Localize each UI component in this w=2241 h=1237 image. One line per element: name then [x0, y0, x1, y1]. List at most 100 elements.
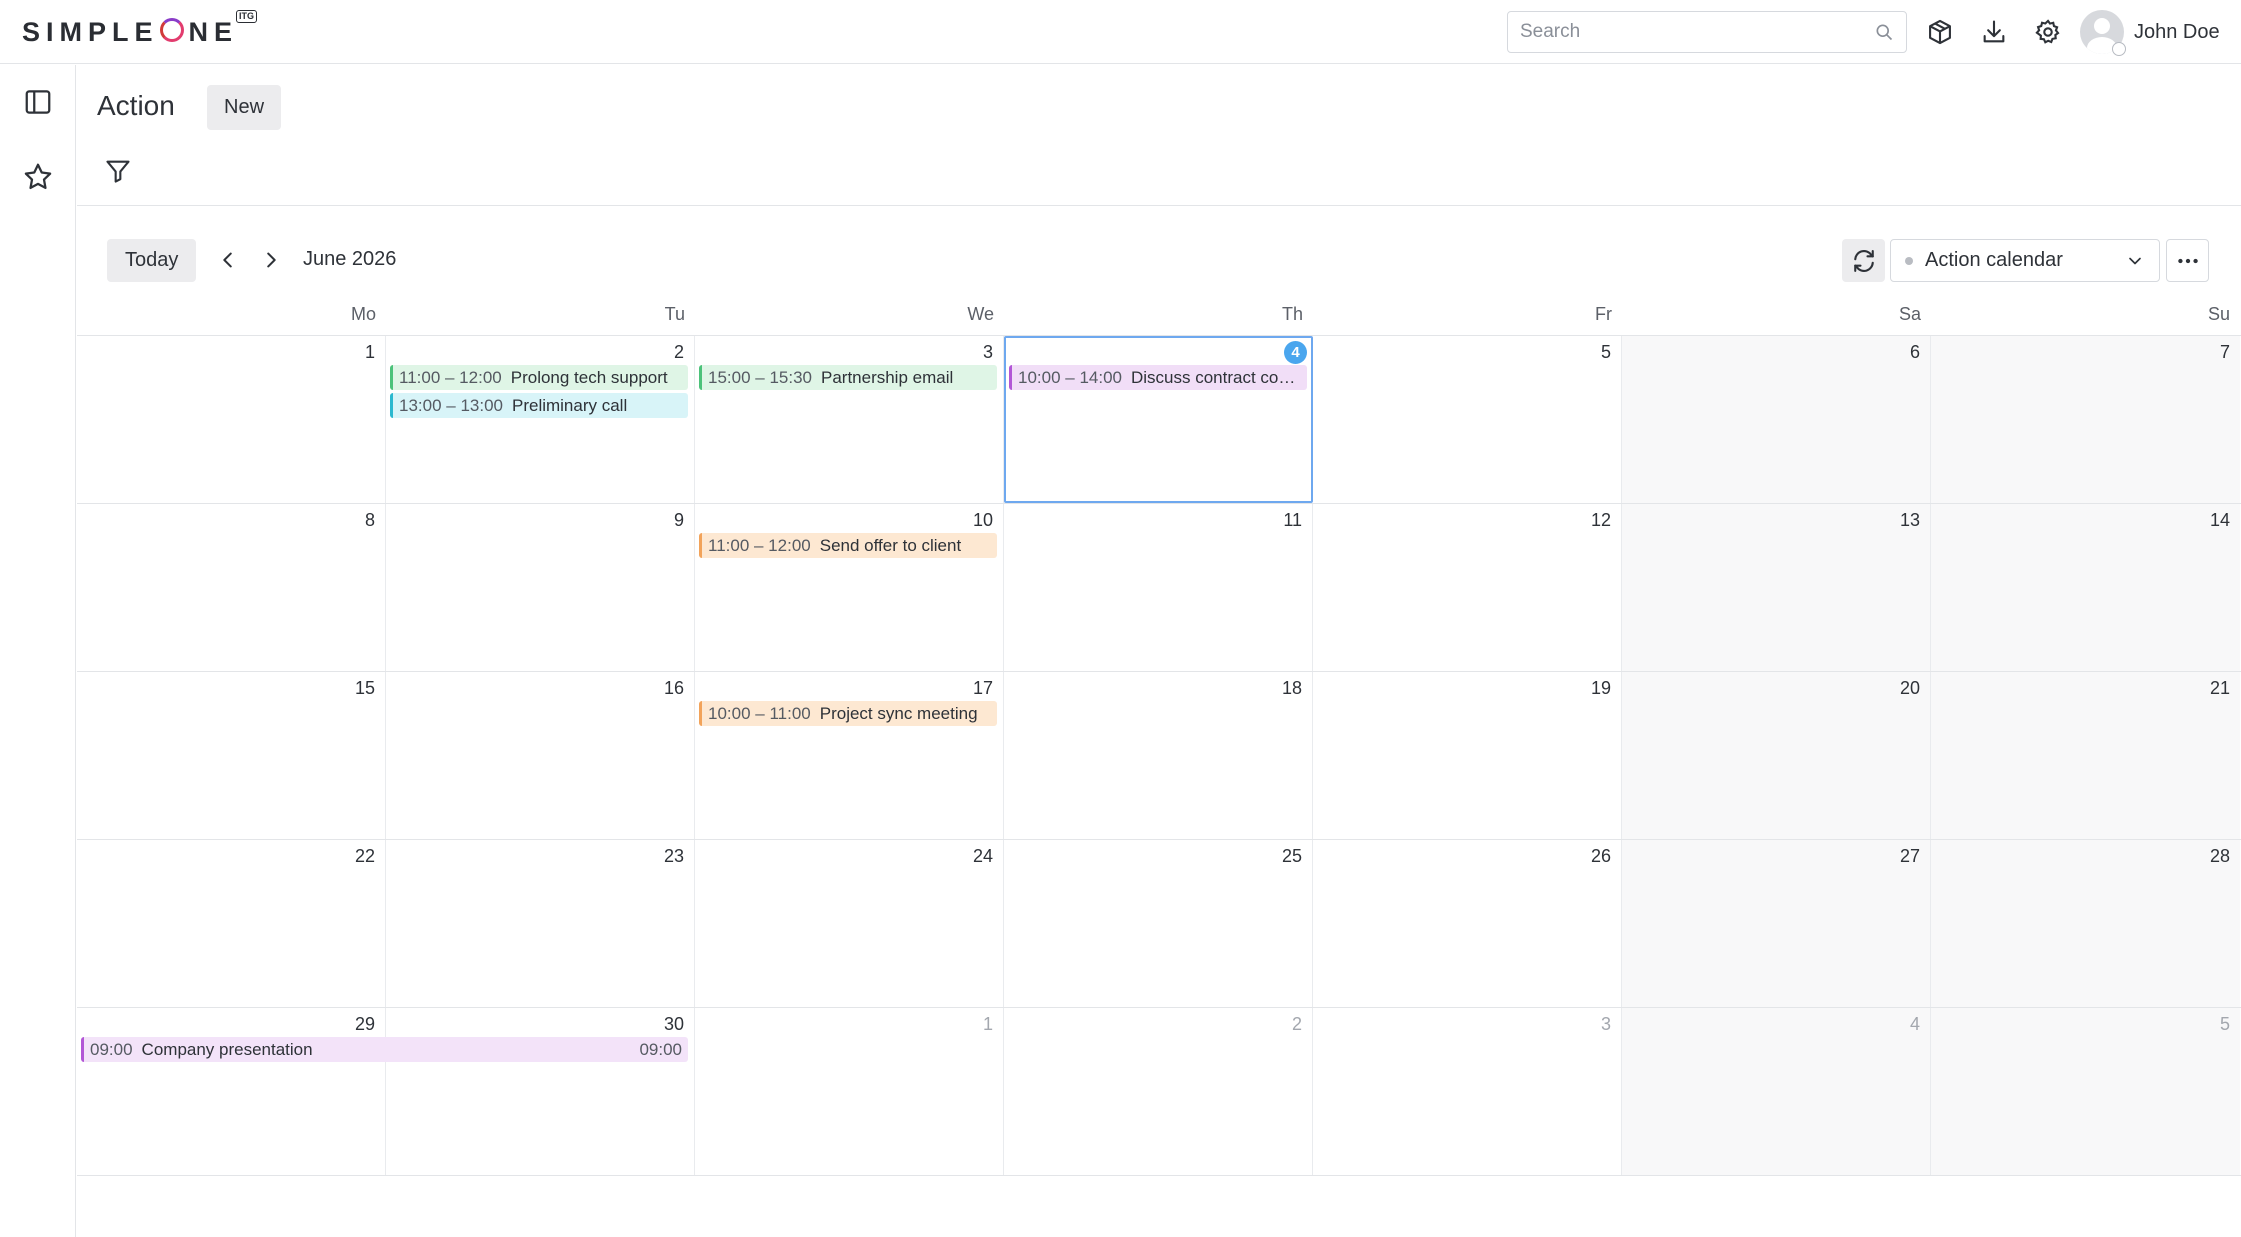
event-title: Company presentation — [141, 1039, 313, 1059]
day-cell[interactable]: 5 — [1313, 336, 1622, 503]
day-cell[interactable]: 14 — [1931, 504, 2240, 671]
search-input[interactable] — [1520, 21, 1874, 43]
weekday-label: We — [967, 304, 994, 324]
chevron-left-icon[interactable] — [212, 244, 244, 276]
left-rail — [0, 65, 76, 1237]
day-number: 19 — [1590, 678, 1611, 698]
day-number: 6 — [1909, 342, 1920, 362]
day-number: 2 — [1291, 1014, 1302, 1034]
day-cell[interactable]: 6 — [1622, 336, 1931, 503]
day-number: 3 — [982, 342, 993, 362]
calendar-select[interactable]: Action calendar — [1890, 239, 2160, 282]
logo-o-ring-icon — [159, 17, 184, 42]
day-cell[interactable]: 26 — [1313, 840, 1622, 1007]
day-number: 24 — [972, 846, 993, 866]
day-cell-next-month[interactable]: 2 — [1004, 1008, 1313, 1175]
event-title: Project sync meeting — [819, 703, 978, 723]
sidebar-toggle-icon[interactable] — [22, 86, 54, 118]
day-cell[interactable]: 3 — [695, 336, 1004, 503]
filter-icon[interactable] — [102, 155, 134, 187]
day-cell[interactable]: 19 — [1313, 672, 1622, 839]
event-time: 10:00 – 11:00 — [708, 703, 811, 723]
event-time: 09:00 — [90, 1039, 133, 1059]
day-cell[interactable]: 7 — [1931, 336, 2240, 503]
day-cell[interactable]: 9 — [386, 504, 695, 671]
day-cell[interactable]: 20 — [1622, 672, 1931, 839]
day-cell-next-month[interactable]: 3 — [1313, 1008, 1622, 1175]
weekday-label: Fr — [1595, 304, 1612, 324]
day-cell-today[interactable]: 4 — [1004, 336, 1313, 503]
today-button[interactable]: Today — [107, 239, 197, 282]
weekday-header: Mo Tu We Th Fr Sa Su — [77, 298, 2241, 336]
top-header: SIMPLENE ITG John Doe — [0, 0, 2241, 64]
calendar-select-label: Action calendar — [1925, 249, 2063, 271]
refresh-icon — [1853, 249, 1874, 272]
event-title: Discuss contract con... — [1130, 367, 1301, 387]
calendar-event[interactable]: 10:00 – 14:00 Discuss contract con... — [1009, 365, 1307, 390]
day-number: 1 — [982, 1014, 993, 1034]
event-title: Send offer to client — [819, 535, 962, 555]
day-cell[interactable]: 10 — [695, 504, 1004, 671]
calendar-event[interactable]: 10:00 – 11:00 Project sync meeting — [699, 701, 997, 726]
day-cell[interactable]: 2 — [386, 336, 695, 503]
calendar-event[interactable]: 11:00 – 12:00 Send offer to client — [699, 533, 997, 558]
day-cell[interactable]: 17 — [695, 672, 1004, 839]
day-cell[interactable]: 1 — [77, 336, 386, 503]
month-label: June 2026 — [303, 248, 397, 270]
user-menu[interactable]: John Doe — [2080, 10, 2220, 56]
calendar-event[interactable]: 13:00 – 13:00 Preliminary call — [390, 393, 688, 418]
day-cell[interactable]: 8 — [77, 504, 386, 671]
event-title: Preliminary call — [511, 395, 628, 415]
day-cell[interactable]: 12 — [1313, 504, 1622, 671]
new-button[interactable]: New — [207, 85, 282, 130]
package-icon[interactable] — [1924, 16, 1956, 48]
weekday-label: Mo — [350, 304, 376, 324]
calendar-event[interactable]: 09:00 Company presentation 09:00 — [81, 1037, 688, 1062]
day-cell[interactable]: 29 — [77, 1008, 386, 1175]
calendar-event[interactable]: 15:00 – 15:30 Partnership email — [699, 365, 997, 390]
day-cell[interactable]: 25 — [1004, 840, 1313, 1007]
download-icon[interactable] — [1978, 16, 2010, 48]
day-cell-next-month[interactable]: 4 — [1622, 1008, 1931, 1175]
today-badge: 4 — [1284, 341, 1307, 364]
calendar-event[interactable]: 11:00 – 12:00 Prolong tech support — [390, 365, 688, 390]
day-cell[interactable]: 22 — [77, 840, 386, 1007]
day-cell-next-month[interactable]: 1 — [695, 1008, 1004, 1175]
chevron-right-icon[interactable] — [255, 244, 287, 276]
calendar-color-dot — [1905, 256, 1913, 265]
refresh-button[interactable] — [1842, 239, 1885, 282]
day-cell[interactable]: 15 — [77, 672, 386, 839]
weekday-label: Th — [1281, 304, 1303, 324]
day-cell[interactable]: 23 — [386, 840, 695, 1007]
week-row: 1 2 3 4 5 6 7 11:00 – 12:00 Prolong tech… — [77, 336, 2241, 504]
simpleone-logo[interactable]: SIMPLE NE ITG — [22, 10, 257, 48]
day-cell-next-month[interactable]: 5 — [1931, 1008, 2240, 1175]
day-cell[interactable]: 21 — [1931, 672, 2240, 839]
day-cell[interactable]: 27 — [1622, 840, 1931, 1007]
day-number: 4 — [1909, 1014, 1920, 1034]
month-calendar: Mo Tu We Th Fr Sa Su 1 2 3 4 5 6 7 11:00… — [77, 298, 2241, 1176]
day-number: 26 — [1590, 846, 1611, 866]
day-number: 13 — [1899, 510, 1920, 530]
day-number: 25 — [1281, 846, 1302, 866]
day-cell[interactable]: 13 — [1622, 504, 1931, 671]
event-time: 15:00 – 15:30 — [708, 367, 812, 387]
day-cell[interactable]: 28 — [1931, 840, 2240, 1007]
day-cell[interactable]: 16 — [386, 672, 695, 839]
weekday-label: Sa — [1898, 304, 1921, 324]
star-icon[interactable] — [22, 161, 54, 193]
more-options-button[interactable] — [2166, 239, 2209, 282]
day-cell[interactable]: 24 — [695, 840, 1004, 1007]
day-cell[interactable]: 11 — [1004, 504, 1313, 671]
day-number: 15 — [354, 678, 375, 698]
day-cell[interactable]: 30 — [386, 1008, 695, 1175]
event-time: 11:00 – 12:00 — [399, 367, 502, 387]
week-row: 22 23 24 25 26 27 28 — [77, 840, 2241, 1008]
day-number: 22 — [354, 846, 375, 866]
day-cell[interactable]: 18 — [1004, 672, 1313, 839]
day-number: 11 — [1283, 510, 1302, 530]
day-number: 29 — [354, 1014, 375, 1034]
search-icon[interactable] — [1874, 22, 1894, 42]
search-box[interactable] — [1507, 11, 1907, 53]
gear-icon[interactable] — [2032, 16, 2064, 48]
